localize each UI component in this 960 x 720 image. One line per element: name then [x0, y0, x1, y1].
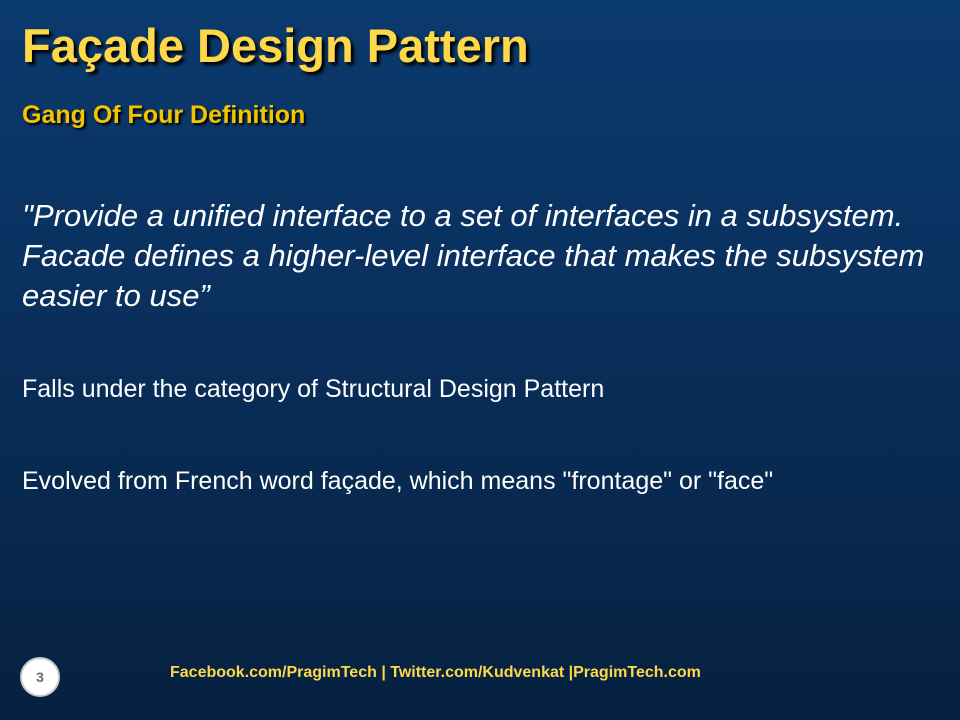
slide: Façade Design Pattern Gang Of Four Defin… — [0, 0, 960, 720]
point-structural-category: Falls under the category of Structural D… — [22, 375, 605, 403]
slide-subtitle: Gang Of Four Definition — [22, 101, 306, 129]
definition-quote: "Provide a unified interface to a set of… — [22, 198, 925, 313]
point-french-origin: Evolved from French word façade, which m… — [22, 467, 774, 495]
slide-number-badge: 3 — [20, 657, 60, 697]
slide-title: Façade Design Pattern — [22, 19, 529, 72]
footer-links: Facebook.com/PragimTech | Twitter.com/Ku… — [170, 664, 701, 681]
